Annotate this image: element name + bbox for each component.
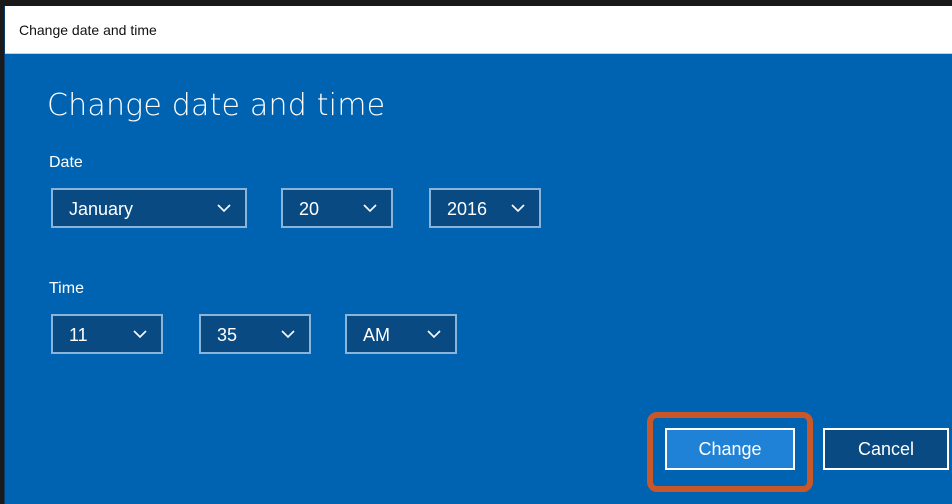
chevron-down-icon xyxy=(511,204,525,213)
time-label: Time xyxy=(49,280,84,297)
day-dropdown[interactable]: 20 xyxy=(281,188,393,228)
month-dropdown[interactable]: January xyxy=(51,188,247,228)
chevron-down-icon xyxy=(427,330,441,339)
cancel-button[interactable]: Cancel xyxy=(823,428,949,470)
change-button[interactable]: Change xyxy=(665,428,795,470)
am-pm-dropdown[interactable]: AM xyxy=(345,314,457,354)
page-title: Change date and time xyxy=(47,88,386,123)
chevron-down-icon xyxy=(281,330,295,339)
minute-value: 35 xyxy=(217,325,238,345)
date-label: Date xyxy=(49,154,83,171)
title-bar: Change date and time xyxy=(5,6,952,54)
day-value: 20 xyxy=(299,199,320,219)
hour-dropdown[interactable]: 11 xyxy=(51,314,163,354)
minute-dropdown[interactable]: 35 xyxy=(199,314,311,354)
chevron-down-icon xyxy=(217,204,231,213)
period-value: AM xyxy=(363,325,390,345)
change-date-time-window: Change date and time Change date and tim… xyxy=(4,6,952,504)
chevron-down-icon xyxy=(363,204,377,213)
chevron-down-icon xyxy=(133,330,147,339)
year-value: 2016 xyxy=(447,199,488,219)
hour-value: 11 xyxy=(69,325,88,345)
window-title: Change date and time xyxy=(19,22,157,38)
year-dropdown[interactable]: 2016 xyxy=(429,188,541,228)
month-value: January xyxy=(69,199,134,219)
